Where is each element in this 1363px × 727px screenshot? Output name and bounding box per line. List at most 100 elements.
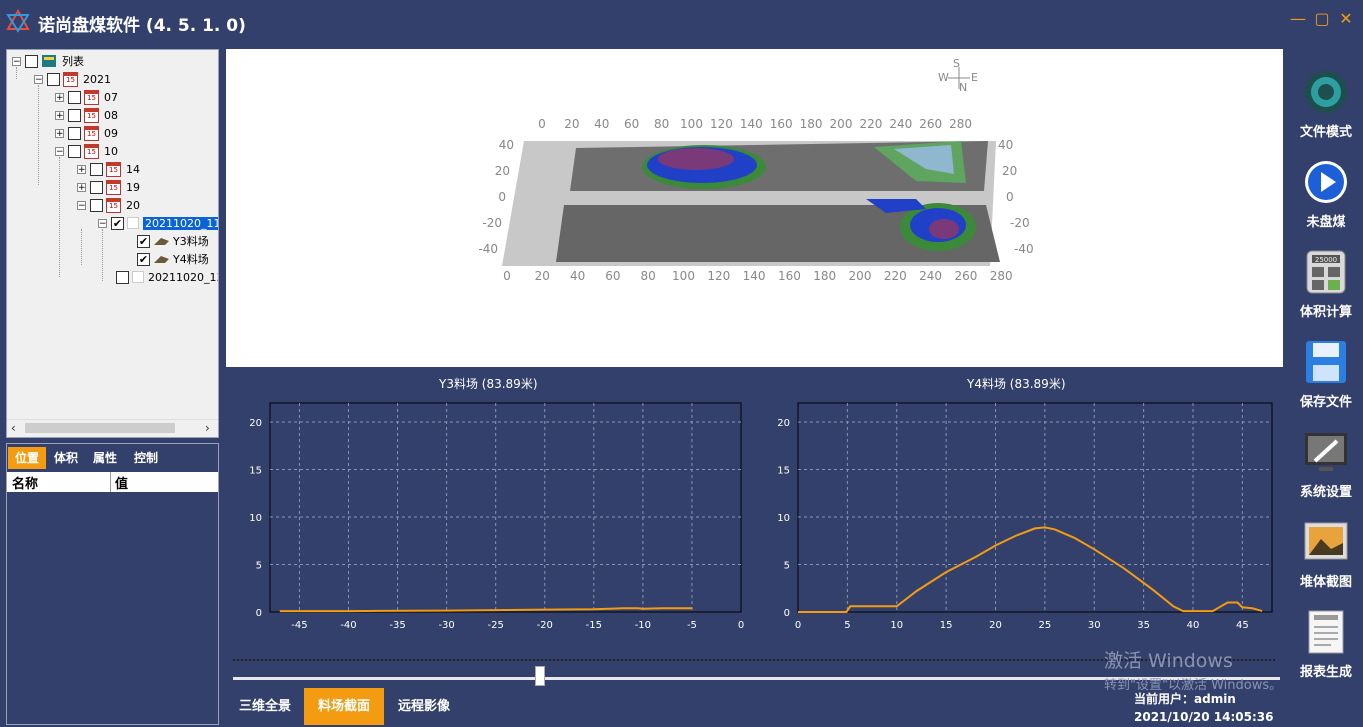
no-inventory-button[interactable]: 未盘煤 [1290,159,1362,245]
tree-checkbox[interactable] [68,126,81,140]
tree-node-yard[interactable]: ✔ Y4料场 [137,251,209,267]
column-name-header[interactable]: 名称 [12,473,38,492]
system-settings-button[interactable]: 系统设置 [1290,429,1362,515]
collapse-toggle[interactable]: − [12,56,21,66]
tab-control[interactable]: 控制 [125,447,167,469]
x-tick-label: 30 [1088,620,1101,631]
x-tick-label: -45 [291,620,307,631]
axis-tick-bottom: 80 [641,269,656,283]
tree-node-scan[interactable]: 20211020_13 [116,269,219,285]
property-panel: 位置 体积 属性 控制 名称 值 [6,443,219,725]
tree-node-day[interactable]: − 15 20 [77,197,140,213]
close-button[interactable]: ✕ [1337,10,1355,28]
maximize-button[interactable]: ▢ [1313,10,1331,28]
tab-3d-panorama[interactable]: 三维全景 [228,688,302,725]
axis-tick-top: 0 [538,117,546,131]
tree-node-scan[interactable]: − ✔ 20211020_11 [98,215,218,231]
section-slider-thumb[interactable] [535,666,545,686]
expand-toggle[interactable]: + [55,110,64,120]
horizontal-scrollbar[interactable]: ‹ › [7,419,218,437]
axis-tick-left: 20 [495,164,510,178]
y-tick-label: 10 [777,513,790,524]
coal-pile-icon [154,256,169,263]
collapse-toggle[interactable]: − [34,74,43,84]
tab-volume[interactable]: 体积 [47,447,85,469]
tree-node-yard[interactable]: ✔ Y3料场 [137,233,209,249]
pile-screenshot-button[interactable]: 堆体截图 [1290,519,1362,605]
tree-checkbox[interactable] [116,270,129,284]
tree-node-day[interactable]: + 15 14 [77,161,140,177]
tree-node-month[interactable]: + 15 09 [55,125,118,141]
x-tick-label: 10 [890,620,903,631]
axis-tick-bottom: 100 [672,269,695,283]
expand-toggle[interactable]: + [77,164,86,174]
report-generate-button[interactable]: 报表生成 [1290,609,1362,695]
y-tick-label: 5 [784,561,790,572]
x-tick-label: -40 [340,620,356,631]
tab-yard-section[interactable]: 料场截面 [304,688,384,725]
report-icon [1308,610,1344,654]
y-tick-label: 15 [249,466,262,477]
tree-checkbox[interactable] [90,180,103,194]
axis-tick-left: 40 [499,138,514,152]
y-tick-label: 0 [784,608,790,619]
scroll-thumb[interactable] [25,423,175,433]
expand-toggle[interactable]: + [77,182,86,192]
tree-node-year[interactable]: − 15 2021 [34,71,111,87]
tree-root[interactable]: − 列表 [12,53,84,69]
database-icon [42,55,56,67]
tree-label: Y4料场 [173,253,209,266]
section-charts: 05101520-45 -40 -35 -30 -25 -20 -15 -10 -5 005101… [249,402,1273,631]
save-file-button[interactable]: 保存文件 [1290,339,1362,425]
tree-label: 20211020_13 [148,270,219,284]
axis-tick-top: 40 [594,117,609,131]
x-tick-label: -30 [438,620,454,631]
scroll-left-icon[interactable]: ‹ [11,421,16,435]
tab-remote-image[interactable]: 远程影像 [386,688,462,725]
axis-tick-top: 60 [624,117,639,131]
column-value-header[interactable]: 值 [115,473,128,492]
tree-label: 09 [104,126,118,140]
collapse-toggle[interactable]: − [77,200,86,210]
tree-node-month[interactable]: − 15 10 [55,143,118,159]
axis-tick-left: -40 [478,242,498,256]
expand-toggle[interactable]: + [55,92,64,102]
tree-node-month[interactable]: + 15 08 [55,107,118,123]
tree-checkbox[interactable] [68,144,81,158]
x-tick-label: -20 [537,620,553,631]
scroll-right-icon[interactable]: › [205,421,210,435]
file-mode-button[interactable]: 文件模式 [1290,69,1362,155]
x-tick-label: 20 [989,620,1002,631]
axis-tick-top: 160 [770,117,793,131]
tab-attributes[interactable]: 属性 [86,447,124,469]
3d-view-canvas[interactable]: S N E W 0 20 40 60 80 100 120 140 160 180 200 220 24… [226,49,1283,367]
tree-checkbox[interactable] [47,72,60,86]
coal-pile-icon [154,238,169,245]
tree-label: 20211020_11 [143,216,218,230]
axis-tick-bottom: 20 [535,269,550,283]
tree-label: 10 [104,144,118,158]
tree-node-month[interactable]: + 15 07 [55,89,118,105]
line-chart: 0 5 10 15 20 0 5 10 15 20 25 30 35 40 45 [777,402,1273,631]
axis-tick-bottom: 200 [849,269,872,283]
tree-checkbox[interactable] [68,108,81,122]
tree-checkbox[interactable] [90,198,103,212]
file-tree-panel: − 列表 − 15 2021 + 15 07 + 15 08 + 15 09 −… [6,49,219,438]
collapse-toggle[interactable]: − [55,146,64,156]
y-tick-label: 20 [249,418,262,429]
expand-toggle[interactable]: + [55,128,64,138]
axis-tick-right: -40 [1014,242,1034,256]
volume-calc-button[interactable]: 25000 体积计算 [1290,249,1362,335]
axis-tick-top: 20 [564,117,579,131]
tab-position[interactable]: 位置 [8,447,46,469]
tree-checkbox[interactable]: ✔ [137,252,150,266]
collapse-toggle[interactable]: − [98,218,107,228]
tree-node-day[interactable]: + 15 19 [77,179,140,195]
tree-checkbox[interactable] [25,54,38,68]
tree-checkbox[interactable] [68,90,81,104]
axis-tick-top: 100 [680,117,703,131]
minimize-button[interactable]: — [1289,10,1307,28]
tree-checkbox[interactable] [90,162,103,176]
tree-checkbox[interactable]: ✔ [137,234,150,248]
tree-checkbox[interactable]: ✔ [111,216,124,230]
